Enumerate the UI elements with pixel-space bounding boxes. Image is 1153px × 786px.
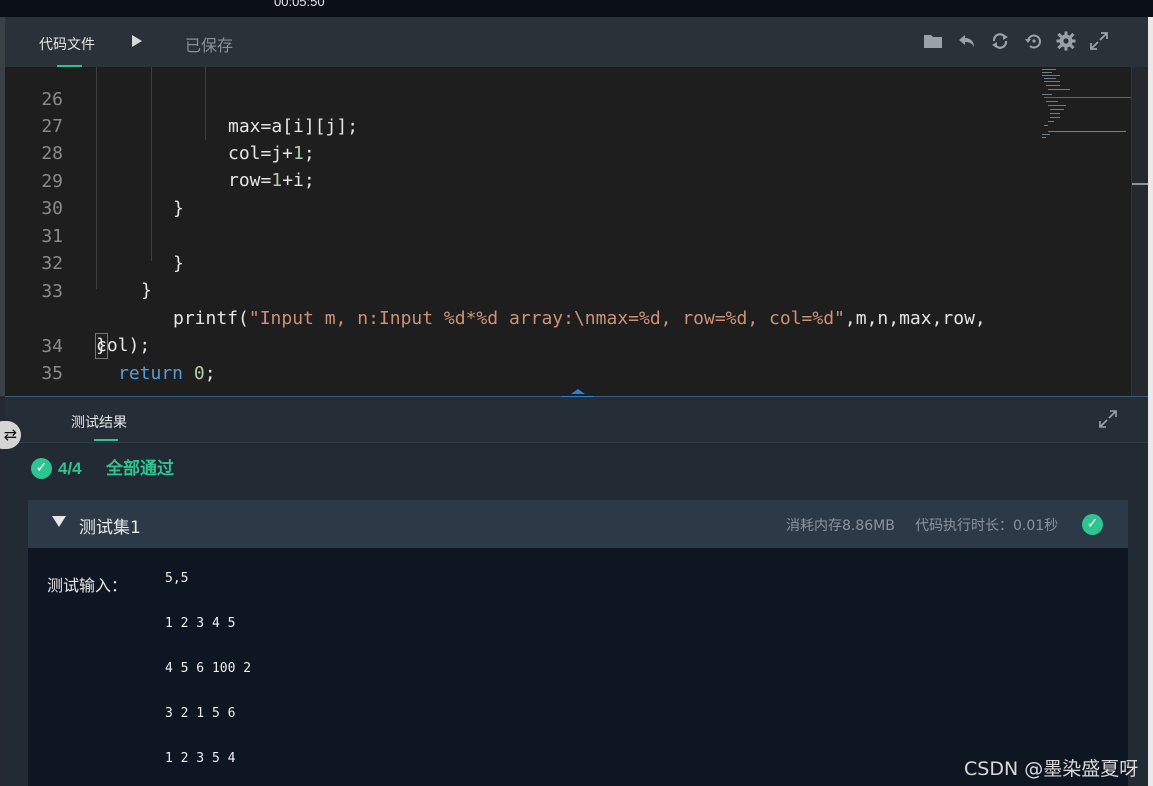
pass-status: 全部通过: [106, 459, 174, 479]
editor-scrollbar[interactable]: [1131, 67, 1149, 396]
undo-icon[interactable]: [956, 30, 978, 52]
play-icon[interactable]: [130, 33, 144, 49]
watermark-text: CSDN @墨染盛夏呀: [964, 758, 1139, 780]
window-edge: [1148, 17, 1153, 786]
check-circle-icon: ✓: [31, 458, 52, 479]
tab-test-results[interactable]: 测试结果: [71, 412, 127, 432]
history-icon[interactable]: [1023, 30, 1045, 52]
refresh-icon[interactable]: [989, 30, 1011, 52]
results-header: 测试结果: [5, 397, 1148, 443]
test-input-line: 1 2 3 4 5: [165, 616, 236, 631]
pass-count: 4/4: [58, 459, 82, 478]
code-line: 34 return 0;: [5, 306, 1131, 384]
memory-usage: 消耗内存8.86MB: [786, 518, 895, 534]
code-line: 35 }: [5, 333, 1131, 384]
expand-icon[interactable]: [1097, 408, 1119, 430]
save-status: 已保存: [185, 38, 234, 55]
tab-code-file[interactable]: 代码文件: [39, 34, 95, 54]
code-line: 28 row=1+i;: [5, 113, 1131, 191]
code-line: 26 max=a[i][j];: [5, 67, 1131, 137]
code-line: 33 printf("Input m, n:Input %d*%d array:…: [5, 251, 1131, 329]
settings-icon[interactable]: [1055, 30, 1077, 52]
code-editor[interactable]: 26 max=a[i][j]; 27 col=j+1; 28 row=1+i; …: [5, 67, 1131, 396]
test-case-body: 测试输入： 5,5 1 2 3 4 5 4 5 6 100 2 3 2 1 5 …: [28, 548, 1128, 786]
test-input-line: 1 2 3 5 4: [165, 751, 236, 766]
test-input-line: 5,5: [165, 571, 189, 586]
active-tab-indicator: [94, 439, 118, 441]
number-token: 0: [193, 363, 205, 384]
test-input-line: 4 5 6 100 2: [165, 661, 252, 676]
code-line: 30: [5, 168, 1131, 219]
elapsed-timer: 00:05:50: [274, 0, 325, 9]
test-input-line: 3 2 1 5 6: [165, 706, 236, 721]
code-line: 29 }: [5, 141, 1131, 219]
code-text: }: [95, 333, 108, 359]
code-text: return 0;: [118, 360, 216, 387]
check-circle-icon: ✓: [1082, 514, 1103, 535]
code-token: ;: [204, 363, 216, 384]
code-line: 27 col=j+1;: [5, 86, 1131, 164]
keyword-token: return: [118, 363, 184, 384]
editor-toolbar: 代码文件 已保存: [5, 17, 1148, 67]
test-input-label: 测试输入：: [47, 576, 128, 595]
code-line: 32 }: [5, 223, 1131, 301]
line-number: 35: [41, 363, 63, 384]
top-status-strip: 00:05:50: [0, 0, 1153, 17]
caret-down-icon[interactable]: [52, 516, 66, 527]
fullscreen-icon[interactable]: [1088, 30, 1110, 52]
scroll-position-marker[interactable]: [1132, 183, 1148, 185]
code-minimap[interactable]: [1036, 67, 1134, 147]
code-line: col);: [5, 278, 1131, 356]
folder-icon[interactable]: [922, 30, 944, 52]
test-case-header[interactable]: 测试集1 消耗内存8.86MB 代码执行时长：0.01秒 ✓: [28, 500, 1128, 548]
execution-time: 代码执行时长：0.01秒: [915, 518, 1059, 534]
code-line: 31 }: [5, 196, 1131, 274]
test-case-title: 测试集1: [79, 518, 141, 538]
